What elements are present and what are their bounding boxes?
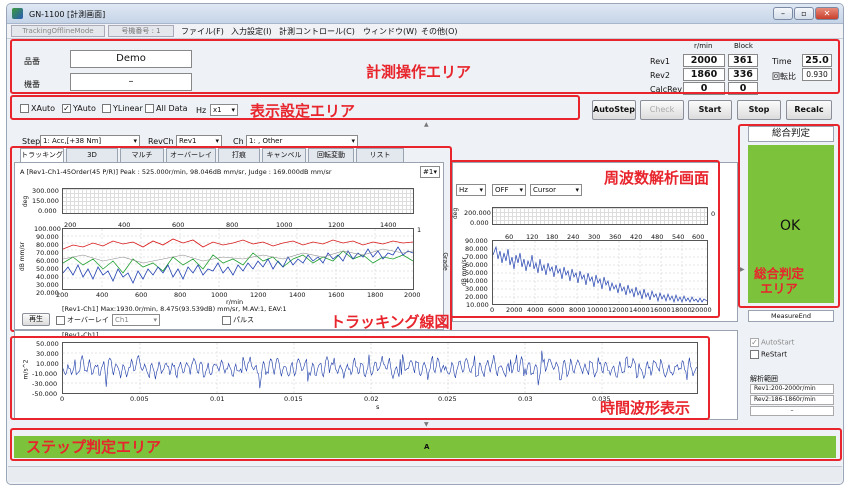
autostart-checkbox[interactable]: ✓ AutoStart	[750, 338, 794, 347]
measure-area-annotation: 計測操作エリア	[366, 63, 472, 81]
revch-label: RevCh	[148, 137, 174, 146]
menu-control[interactable]: 計測コントロール(C)	[279, 26, 355, 37]
maximize-button[interactable]: ▫	[794, 7, 814, 20]
restart-checkbox[interactable]: ReStart	[750, 350, 787, 359]
tracking-area-highlight	[10, 146, 452, 332]
freq-area-annotation: 周波数解析画面	[604, 169, 710, 187]
freq-amp-side-label: Grade	[441, 252, 449, 271]
mode-indicator: TrackingOfflineMode	[11, 25, 105, 37]
machine-number: 号機番号 : 1	[108, 25, 174, 37]
range-other: –	[750, 406, 834, 416]
ch-label: Ch	[233, 137, 244, 146]
minimize-button[interactable]: –	[773, 7, 793, 20]
splitter-handle-bottom[interactable]: ▼	[424, 421, 429, 428]
status-bar	[8, 466, 842, 482]
range-title: 解析範囲	[750, 375, 778, 383]
stop-button[interactable]: Stop	[737, 100, 781, 120]
start-button[interactable]: Start	[688, 100, 732, 120]
window-title: GN-1100 [計測画面]	[29, 10, 106, 19]
tracking-area-annotation: トラッキング線図	[330, 313, 450, 331]
autostep-button[interactable]: AutoStep	[592, 100, 636, 120]
measure-end-status: MeasureEnd	[748, 310, 834, 322]
judge-area-annotation: 総合判定 エリア	[754, 266, 805, 296]
title-bar: GN-1100 [計測画面] – ▫ ✕	[7, 4, 843, 24]
menu-window[interactable]: ウィンドウ(W)	[363, 26, 417, 37]
app-icon	[12, 8, 23, 19]
splitter-handle[interactable]: ▲	[424, 121, 429, 128]
recalc-button[interactable]: Recalc	[786, 100, 832, 120]
check-button[interactable]: Check	[640, 100, 684, 120]
step-label: Step	[22, 137, 41, 146]
step-area-annotation: ステップ判定エリア	[26, 438, 162, 456]
range-rev1: Rev1:200-2000r/min	[750, 384, 834, 394]
menu-input[interactable]: 入力設定(I)	[231, 26, 272, 37]
menu-bar: TrackingOfflineMode 号機番号 : 1 ファイル(F) 入力設…	[7, 24, 843, 39]
close-button[interactable]: ✕	[815, 7, 839, 20]
time-area-annotation: 時間波形表示	[600, 399, 691, 417]
range-rev2: Rev2:186-1860r/min	[750, 395, 834, 405]
display-area-annotation: 表示設定エリア	[250, 102, 356, 120]
menu-file[interactable]: ファイル(F)	[181, 26, 224, 37]
menu-other[interactable]: その他(O)	[421, 26, 458, 37]
